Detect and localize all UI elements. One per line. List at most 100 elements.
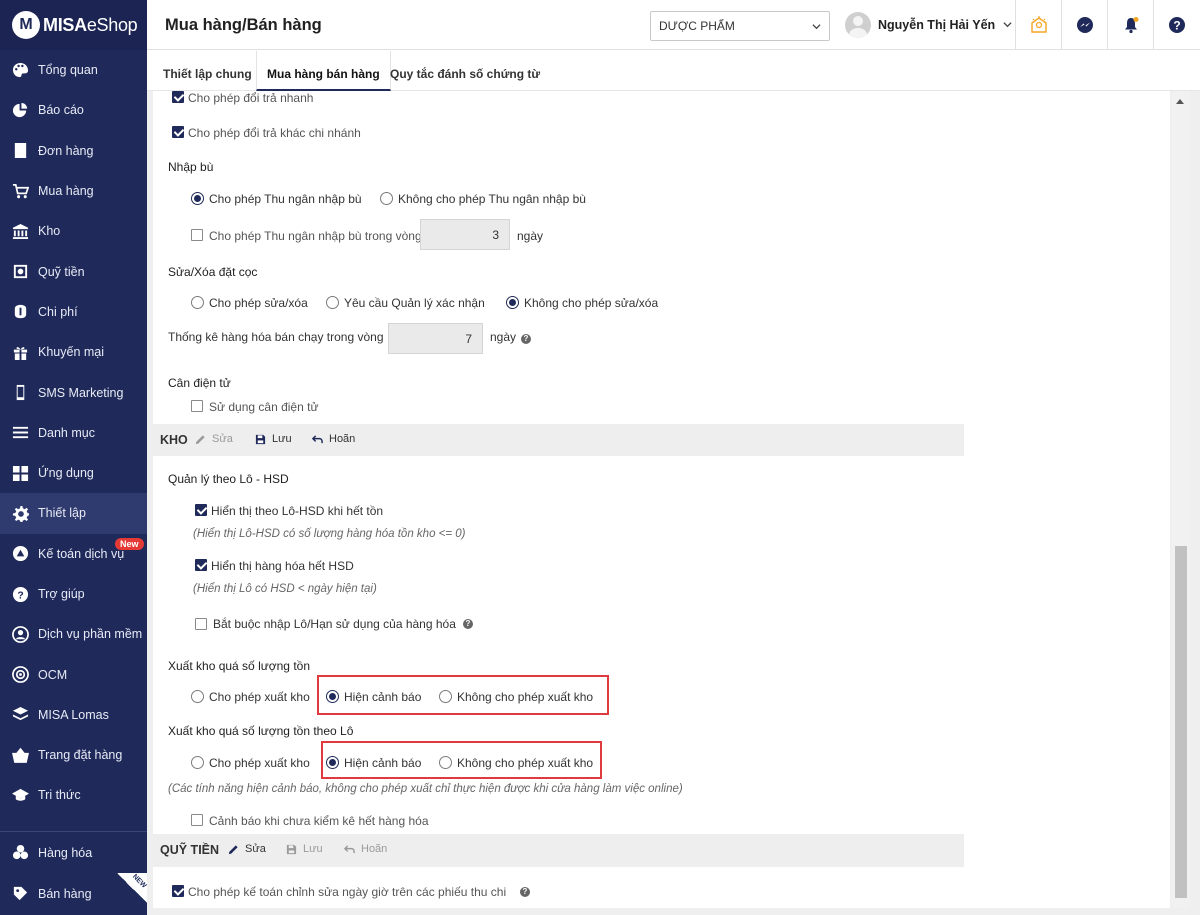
show-expired-goods-note: (Hiển thị Lô có HSD < ngày hiện tại) (193, 583, 377, 595)
sidebar-bottom-item-0[interactable]: Hàng hóa (0, 832, 147, 873)
cross-branch-return-checkbox[interactable] (172, 126, 184, 138)
sidebar-item-11[interactable]: Thiết lập (0, 493, 147, 534)
sidebar-item-label: Kho (38, 224, 61, 239)
backfill-within-checkbox[interactable] (191, 229, 203, 241)
phone-icon (11, 384, 29, 402)
overstock-allow-radio[interactable] (191, 690, 204, 703)
sidebar-item-9[interactable]: Danh mục (0, 413, 147, 453)
svg-text:?: ? (17, 590, 23, 601)
sidebar-item-4[interactable]: Kho (0, 211, 147, 251)
sidebar-item-18[interactable]: Tri thức (0, 775, 147, 815)
backfill-allow-radio[interactable] (191, 192, 204, 205)
deposit-edit-allow-label: Cho phép sửa/xóa (209, 296, 308, 310)
sidebar-item-7[interactable]: Khuyến mại (0, 332, 147, 372)
tab-purchase-sales[interactable]: Mua hàng bán hàng (256, 51, 391, 91)
warehouse-save-button[interactable]: Lưu (255, 433, 292, 445)
scrollbar-thumb[interactable] (1175, 546, 1187, 898)
sidebar: M MISAeShop Tổng quan Báo cáo Đơn hàng Mua … (0, 0, 147, 915)
store-select[interactable]: DƯỢC PHẨM (650, 11, 830, 41)
inventory-warning-label: Cảnh báo khi chưa kiểm kê hết hàng hóa (209, 814, 429, 828)
sidebar-item-label: Thiết lập (38, 506, 86, 521)
backfill-deny-label: Không cho phép Thu ngân nhập bù (398, 192, 586, 206)
quick-return-label: Cho phép đổi trả nhanh (188, 91, 314, 105)
show-expired-goods-checkbox[interactable] (195, 559, 207, 571)
sidebar-bottom-item-1[interactable]: Bán hàng NEW (0, 873, 147, 914)
lot-overstock-allow-radio[interactable] (191, 756, 204, 769)
accountant-edit-datetime-checkbox[interactable] (172, 885, 184, 897)
deposit-edit-deny-radio[interactable] (506, 296, 519, 309)
warehouse-section-title: KHO (160, 433, 188, 447)
sidebar-item-3[interactable]: Mua hàng (0, 171, 147, 211)
help-icon[interactable]: ? (520, 887, 530, 897)
sidebar-item-label: Bán hàng (38, 886, 92, 901)
require-lot-checkbox[interactable] (195, 618, 207, 630)
backfill-allow-label: Cho phép Thu ngân nhập bù (209, 192, 362, 206)
avatar (845, 12, 871, 38)
cash-fund-section-title: QUỸ TIỀN (160, 843, 220, 857)
sidebar-item-label: Khuyến mại (38, 345, 105, 360)
cart-icon (11, 182, 29, 200)
sidebar-item-label: Dịch vụ phần mềm (38, 627, 143, 642)
use-scale-label: Sử dụng cân điện tử (209, 400, 319, 414)
warehouse-edit-button[interactable]: Sửa (195, 433, 233, 445)
warehouse-cancel-button[interactable]: Hoãn (312, 433, 355, 445)
deposit-edit-allow-radio[interactable] (191, 296, 204, 309)
sidebar-item-0[interactable]: Tổng quan (0, 50, 147, 90)
sidebar-item-15[interactable]: OCM (0, 654, 147, 694)
online-only-note: (Các tính năng hiện cảnh báo, không cho … (168, 783, 683, 795)
sidebar-item-14[interactable]: Dịch vụ phần mềm (0, 614, 147, 654)
sidebar-item-2[interactable]: Đơn hàng (0, 131, 147, 171)
overstock-allow-label: Cho phép xuất kho (209, 690, 310, 704)
sidebar-item-13[interactable]: ? Trợ giúp (0, 574, 147, 614)
sidebar-item-10[interactable]: Ứng dụng (0, 453, 147, 493)
use-scale-checkbox[interactable] (191, 400, 203, 412)
deposit-edit-approval-radio[interactable] (326, 296, 339, 309)
undo-icon (312, 434, 323, 443)
bestseller-days-input[interactable]: 7 (388, 323, 483, 354)
sidebar-item-1[interactable]: Báo cáo (0, 90, 147, 130)
sidebar-item-label: Báo cáo (38, 103, 84, 118)
cash-fund-cancel-button[interactable]: Hoãn (344, 843, 387, 855)
user-menu[interactable]: Nguyễn Thị Hải Yến (845, 12, 1012, 38)
backfill-within-label: Cho phép Thu ngân nhập bù trong vòng (209, 229, 422, 243)
inventory-warning-checkbox[interactable] (191, 814, 203, 826)
sidebar-item-8[interactable]: SMS Marketing (0, 372, 147, 412)
notification-button[interactable] (1107, 0, 1153, 50)
list-icon (11, 424, 29, 442)
deposit-edit-deny-label: Không cho phép sửa/xóa (524, 296, 659, 310)
sidebar-bottom-nav: Hàng hóa Bán hàng NEW (0, 831, 147, 914)
sidebar-item-5[interactable]: Quỹ tiền (0, 251, 147, 291)
cash-fund-save-button[interactable]: Lưu (286, 843, 323, 855)
cash-fund-edit-button[interactable]: Sửa (228, 843, 266, 855)
help-button[interactable]: ? (1153, 0, 1199, 50)
help-icon[interactable]: ? (521, 334, 531, 344)
show-lot-out-of-stock-note: (Hiển thị Lô-HSD có số lượng hàng hóa tồ… (193, 528, 466, 540)
show-lot-out-of-stock-checkbox[interactable] (195, 504, 207, 516)
ocm-icon (11, 666, 29, 684)
tab-numbering-rules[interactable]: Quy tắc đánh số chứng từ (390, 51, 540, 91)
deposit-edit-approval-label: Yêu cầu Quản lý xác nhận (344, 296, 485, 310)
app-logo[interactable]: M MISAeShop (0, 0, 147, 50)
help-icon[interactable]: ? (463, 619, 473, 629)
help-icon: ? (11, 585, 29, 603)
sidebar-item-label: Tổng quan (38, 63, 98, 78)
sidebar-item-17[interactable]: Trang đặt hàng (0, 735, 147, 775)
sidebar-item-label: Tri thức (38, 788, 81, 803)
messenger-button[interactable] (1061, 0, 1107, 50)
backfill-deny-radio[interactable] (380, 192, 393, 205)
scroll-up-arrow-icon[interactable] (1176, 99, 1184, 104)
sidebar-item-12[interactable]: Kế toán dịch vụ New (0, 534, 147, 574)
feedback-button[interactable] (1015, 0, 1061, 50)
user-name: Nguyễn Thị Hải Yến (878, 18, 996, 32)
palette-icon (11, 61, 29, 79)
backfill-days-input[interactable]: 3 (420, 219, 510, 250)
tab-general[interactable]: Thiết lập chung (163, 51, 252, 91)
sidebar-item-16[interactable]: MISA Lomas (0, 695, 147, 735)
sidebar-item-6[interactable]: Chi phí (0, 292, 147, 332)
sidebar-item-label: Ứng dụng (38, 466, 94, 481)
overstock-export-section-title: Xuất kho quá số lượng tồn (168, 659, 310, 673)
cross-branch-return-label: Cho phép đổi trả khác chi nhánh (188, 126, 361, 140)
layers-icon (11, 706, 29, 724)
logo-mark: M (12, 11, 40, 39)
quick-return-checkbox[interactable] (172, 91, 184, 103)
